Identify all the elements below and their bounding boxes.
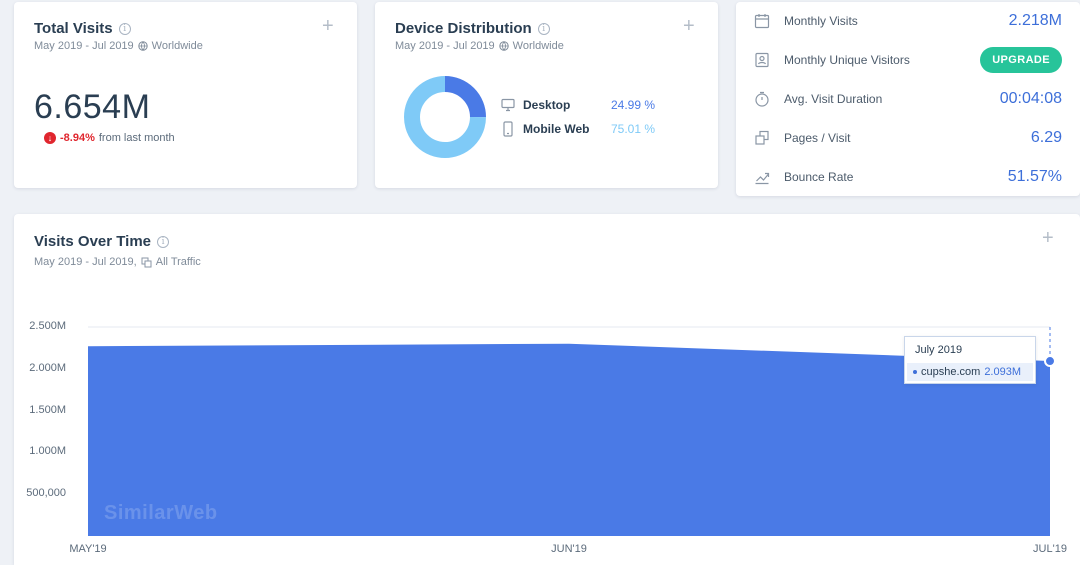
tooltip-value: 2.093M <box>984 366 1022 378</box>
series-dot <box>913 370 917 374</box>
visits-area-chart <box>88 326 1056 536</box>
tooltip-date: July 2019 <box>915 344 963 356</box>
chart-tooltip: July 2019 cupshe.com 2.093M <box>904 336 1036 384</box>
tooltip-site: cupshe.com <box>921 366 981 378</box>
y-tick-label: 1.000M <box>29 445 66 458</box>
similarweb-watermark: SimilarWeb <box>104 502 218 524</box>
x-tick-label: MAY'19 <box>69 543 107 555</box>
x-tick-label: JUN'19 <box>551 543 587 555</box>
y-tick-label: 2.500M <box>29 320 66 332</box>
y-tick-label: 500,000 <box>26 487 66 500</box>
data-point-jul[interactable] <box>1044 355 1056 368</box>
y-tick-label: 2.000M <box>29 361 66 374</box>
x-tick-label: JUL'19 <box>1033 543 1067 555</box>
y-tick-label: 1.500M <box>29 403 66 416</box>
tooltip-row: cupshe.com 2.093M <box>907 363 1033 381</box>
